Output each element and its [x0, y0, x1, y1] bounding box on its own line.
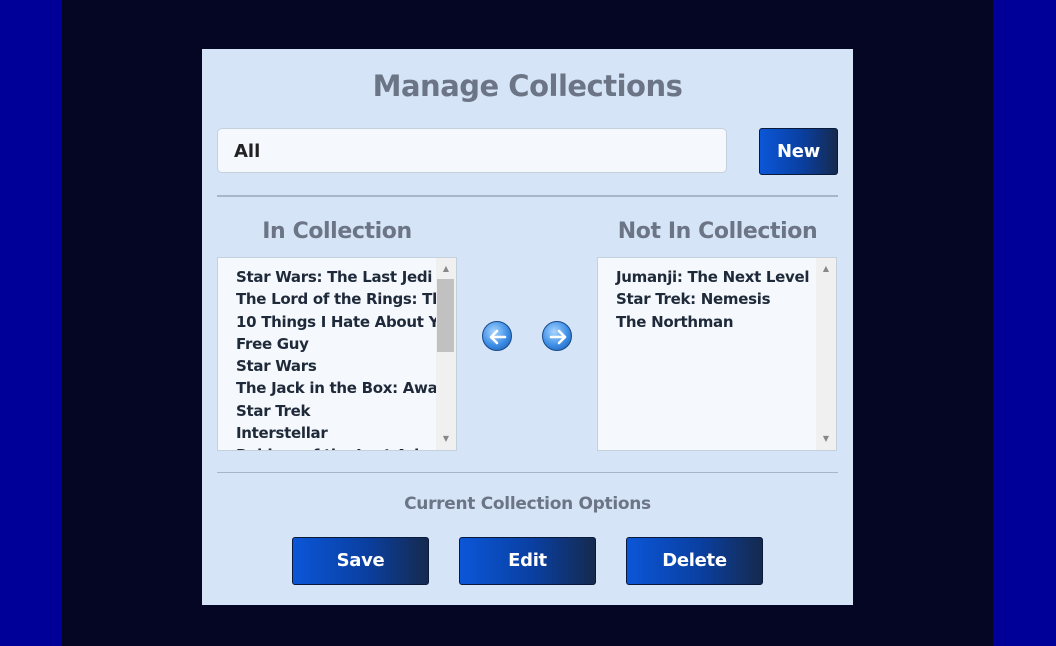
- scroll-down-icon[interactable]: ▼: [436, 432, 456, 446]
- in-collection-list[interactable]: Star Wars: The Last Jedi The Lord of the …: [217, 257, 457, 451]
- in-collection-scrollbar[interactable]: ▲ ▼: [436, 258, 456, 450]
- divider: [217, 472, 838, 473]
- list-item[interactable]: Free Guy: [218, 333, 436, 355]
- collection-options-label: Current Collection Options: [404, 494, 651, 514]
- in-collection-heading: In Collection: [262, 219, 412, 244]
- not-in-collection-scrollbar[interactable]: ▲ ▼: [816, 258, 836, 450]
- new-collection-button[interactable]: New: [759, 128, 838, 175]
- list-item[interactable]: Interstellar: [218, 422, 436, 444]
- save-button[interactable]: Save: [292, 537, 429, 585]
- scroll-up-icon[interactable]: ▲: [436, 262, 456, 276]
- list-item[interactable]: Raiders of the Lost Ark: [218, 444, 436, 450]
- collection-select[interactable]: All: [217, 128, 727, 173]
- scrollbar-thumb[interactable]: [437, 279, 454, 352]
- list-item[interactable]: Star Trek: [218, 400, 436, 422]
- scroll-up-icon[interactable]: ▲: [816, 262, 836, 276]
- list-item[interactable]: Star Wars: [218, 355, 436, 377]
- divider: [217, 195, 838, 197]
- dialog-title: Manage Collections: [372, 69, 683, 103]
- edit-button[interactable]: Edit: [459, 537, 596, 585]
- delete-button[interactable]: Delete: [626, 537, 763, 585]
- move-right-button[interactable]: [542, 321, 572, 351]
- list-item[interactable]: The Lord of the Rings: The Two Towers: [218, 288, 436, 310]
- arrow-left-icon: [489, 329, 507, 345]
- not-in-collection-heading: Not In Collection: [617, 219, 818, 244]
- move-left-button[interactable]: [482, 321, 512, 351]
- list-item[interactable]: 10 Things I Hate About You: [218, 311, 436, 333]
- not-in-collection-list[interactable]: Jumanji: The Next Level Star Trek: Nemesi…: [597, 257, 837, 451]
- list-item[interactable]: Jumanji: The Next Level: [598, 266, 816, 288]
- manage-collections-dialog: Manage Collections All New In Collection…: [202, 49, 853, 605]
- list-item[interactable]: Star Wars: The Last Jedi: [218, 266, 436, 288]
- list-item[interactable]: The Jack in the Box: Awakening: [218, 377, 436, 399]
- list-item[interactable]: Star Trek: Nemesis: [598, 288, 816, 310]
- scroll-down-icon[interactable]: ▼: [816, 432, 836, 446]
- arrow-right-icon: [549, 329, 567, 345]
- list-item[interactable]: The Northman: [598, 311, 816, 333]
